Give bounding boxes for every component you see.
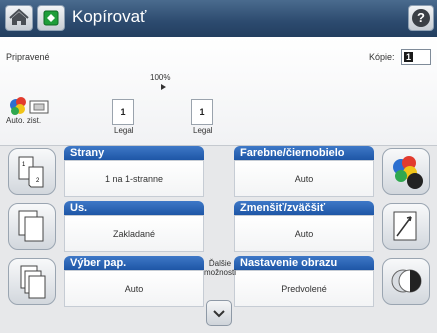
- reduce-enlarge-icon: [382, 203, 430, 250]
- chevron-down-icon: [213, 310, 225, 318]
- more-options-label-line2: možnosti: [203, 268, 236, 277]
- copies-field[interactable]: 1: [401, 49, 431, 65]
- output-page-preview: 1: [191, 99, 213, 125]
- paper-select-value: Auto: [64, 270, 204, 307]
- original-page-preview: 1: [112, 99, 134, 125]
- reduce-enlarge-value: Auto: [234, 215, 374, 252]
- image-adjust-title: Nastavenie obrazu: [234, 256, 374, 270]
- color-value: Auto: [234, 160, 374, 197]
- zoom-level: 100%: [150, 73, 171, 82]
- color-title: Farebne/čiernobielo: [234, 146, 374, 160]
- auto-detect-icon: [10, 97, 49, 115]
- paper-select-tile[interactable]: Výber pap. Auto: [4, 256, 210, 307]
- content-tile[interactable]: Us. Zakladané: [4, 201, 210, 252]
- paper-select-icon: [8, 258, 56, 305]
- output-size-label: Legal: [193, 126, 213, 135]
- more-options-label: Ďalšie možnosti: [196, 259, 244, 277]
- reduce-enlarge-title: Zmenšiť/zväčšiť: [234, 201, 374, 215]
- copy-status-area: Pripravené Kópie: 1 100% 1 Legal 1 Legal…: [0, 37, 437, 146]
- content-title: Us.: [64, 201, 204, 215]
- help-glyph: ?: [417, 10, 425, 25]
- copies-label: Kópie:: [369, 52, 395, 62]
- sides-tile[interactable]: 1 2 Strany 1 na 1-stranne: [4, 146, 210, 197]
- sides-title: Strany: [64, 146, 204, 160]
- original-size-label: Legal: [114, 126, 134, 135]
- reduce-enlarge-tile[interactable]: Zmenšiť/zväčšiť Auto: [228, 201, 434, 252]
- help-button[interactable]: ?: [408, 5, 434, 31]
- color-icon: [382, 148, 430, 195]
- content-value: Zakladané: [64, 215, 204, 252]
- more-options-label-line1: Ďalšie: [208, 259, 232, 268]
- page-title: Kopírovať: [72, 7, 147, 26]
- color-tile[interactable]: Farebne/čiernobielo Auto: [228, 146, 434, 197]
- home-button[interactable]: [5, 5, 33, 31]
- copy-app-icon: [43, 10, 59, 26]
- copies-value: 1: [404, 52, 413, 62]
- status-text: Pripravené: [6, 52, 50, 62]
- header-bar: Kopírovať ?: [0, 0, 437, 37]
- sides-icon: 1 2: [8, 148, 56, 195]
- image-adjust-icon: [382, 258, 430, 305]
- auto-detect-label: Auto. zist.: [6, 116, 42, 125]
- arrow-right-icon: [161, 84, 166, 90]
- copy-app-button[interactable]: [37, 5, 65, 31]
- content-orientation-icon: [8, 203, 56, 250]
- home-icon: [9, 8, 29, 25]
- sides-value: 1 na 1-stranne: [64, 160, 204, 197]
- image-adjust-tile[interactable]: Nastavenie obrazu Predvolené: [228, 256, 434, 307]
- more-options-button[interactable]: [206, 300, 232, 326]
- paper-select-title: Výber pap.: [64, 256, 204, 270]
- help-icon: ?: [412, 9, 430, 27]
- image-adjust-value: Predvolené: [234, 270, 374, 307]
